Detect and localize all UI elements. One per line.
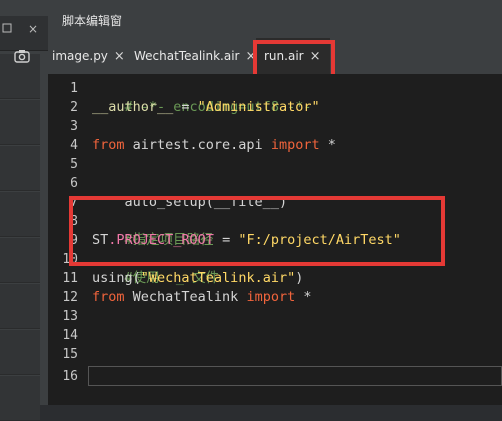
line-number: 5: [70, 157, 78, 172]
code-paren: ): [295, 270, 304, 286]
code-operator: *: [295, 289, 312, 305]
panel-item[interactable]: [0, 192, 40, 237]
line-number: 4: [70, 138, 78, 153]
line-number: 3: [70, 119, 78, 134]
code-line-2: __author__ = "Administrator": [92, 98, 320, 117]
panel-item[interactable]: [0, 376, 40, 421]
line-number: 16: [62, 369, 78, 384]
tab-label: WechatTealink.air: [134, 49, 240, 63]
panel-title: 脚本编辑窗: [62, 14, 123, 28]
code-keyword: import: [246, 289, 296, 305]
code-line-12: from WechatTealink import *: [92, 288, 311, 307]
code-module: WechatTealink: [124, 289, 247, 305]
code-keyword: from: [92, 137, 125, 153]
line-number: 2: [70, 100, 78, 115]
tab-image-py[interactable]: image.py ×: [52, 38, 125, 74]
tab-wechattealink-air[interactable]: WechatTealink.air ×: [134, 38, 256, 74]
code-line-11: using("WechatTealink.air"): [92, 269, 303, 288]
code-keyword: from: [92, 289, 125, 305]
line-number: 14: [62, 328, 78, 343]
line-number: 6: [70, 176, 78, 191]
line-number: 15: [62, 347, 78, 362]
panel-close-icon[interactable]: ×: [28, 22, 38, 36]
code-identifier: __author__: [92, 99, 174, 115]
script-editor-header: 脚本编辑窗: [48, 0, 502, 38]
panel-item[interactable]: [0, 146, 40, 191]
camera-icon[interactable]: [14, 48, 30, 67]
code-keyword: import: [270, 137, 320, 153]
close-icon[interactable]: [2, 22, 12, 36]
panel-item[interactable]: [0, 330, 40, 375]
code-module: airtest.core.api: [124, 137, 271, 153]
line-number: 1: [70, 81, 78, 96]
highlight-box-project-root: [69, 196, 445, 266]
code-line-4: from airtest.core.api import *: [92, 136, 336, 155]
code-operator: =: [173, 99, 198, 115]
tab-label: image.py: [52, 49, 108, 63]
current-line-indicator: [88, 366, 502, 386]
code-string: "WechatTealink.air": [140, 270, 296, 286]
line-number: 11: [62, 271, 78, 286]
panel-item[interactable]: [0, 238, 40, 283]
code-operator: *: [319, 137, 336, 153]
panel-item[interactable]: [0, 100, 40, 145]
code-call: using(: [92, 270, 141, 286]
line-number: 12: [62, 290, 78, 305]
code-string: "Administrator": [197, 99, 320, 115]
close-icon[interactable]: ×: [114, 49, 125, 64]
line-number: 13: [62, 309, 78, 324]
panel-item[interactable]: [0, 284, 40, 329]
